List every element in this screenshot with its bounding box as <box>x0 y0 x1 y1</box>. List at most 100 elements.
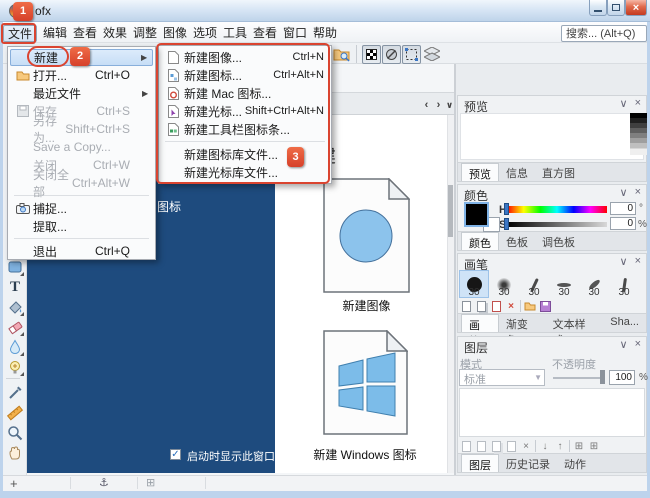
welcome-scrollbar-thumb[interactable] <box>448 185 453 237</box>
color-collapse-icon[interactable]: ∨ <box>620 186 628 199</box>
new-layer-from-icon[interactable] <box>475 440 487 452</box>
layers-stack-icon[interactable] <box>422 46 442 64</box>
tab-swatches[interactable]: 色板 <box>499 232 535 250</box>
search-input[interactable] <box>561 25 647 42</box>
layers-list[interactable] <box>459 388 645 437</box>
tab-next-icon[interactable]: › <box>433 99 444 112</box>
welcome-scrollbar[interactable] <box>447 115 454 473</box>
tab-color[interactable]: 颜色 <box>461 232 499 250</box>
text-tool[interactable]: T <box>6 278 24 296</box>
menu-help[interactable]: 帮助 <box>309 25 341 42</box>
submenu-item-new-cursor-library[interactable]: 新建光标库文件... <box>159 163 331 181</box>
opacity-value-box[interactable]: 100 <box>609 370 635 385</box>
minimize-button[interactable] <box>589 0 607 16</box>
submenu-item-new-mac-icon[interactable]: 新建 Mac 图标... <box>159 84 331 102</box>
hue-value-box[interactable]: 0 <box>610 202 636 215</box>
duplicate-brush-icon[interactable] <box>475 300 487 312</box>
preview-collapse-icon[interactable]: ∨ <box>620 97 628 110</box>
menu-window[interactable]: 窗口 <box>279 25 311 42</box>
import-brush-icon[interactable] <box>490 300 502 312</box>
color-close-icon[interactable]: × <box>635 186 641 199</box>
opacity-slider-thumb[interactable] <box>600 370 605 384</box>
duplicate-layer-icon[interactable] <box>490 440 502 452</box>
tab-layers[interactable]: 图层 <box>461 454 499 472</box>
submenu-item-new-toolbar-strip[interactable]: 新建工具栏图标条... <box>159 120 331 138</box>
menu-adjust[interactable]: 调整 <box>129 25 161 42</box>
tab-history[interactable]: 历史记录 <box>499 454 557 472</box>
menu-item-open[interactable]: 打开... Ctrl+O <box>8 66 155 84</box>
show-at-startup-checkbox[interactable]: ✓ <box>170 449 181 460</box>
brush-close-icon[interactable]: × <box>635 255 641 268</box>
hue-slider-thumb[interactable] <box>504 203 509 215</box>
hue-slider[interactable] <box>507 206 607 213</box>
open-brush-folder-icon[interactable] <box>524 300 536 312</box>
menu-view[interactable]: 查看 <box>69 25 101 42</box>
menu-edit[interactable]: 编辑 <box>39 25 71 42</box>
hand-tool[interactable] <box>6 444 24 462</box>
brush-collapse-icon[interactable]: ∨ <box>620 255 628 268</box>
blend-mode-value: 标准 <box>464 374 486 386</box>
menu-effects[interactable]: 效果 <box>99 25 131 42</box>
new-windows-icon-tile[interactable] <box>323 329 409 438</box>
tab-info[interactable]: 信息 <box>499 163 535 181</box>
menu-file[interactable]: 文件 <box>3 25 38 42</box>
tab-prev-icon[interactable]: ‹ <box>421 99 432 112</box>
saturation-slider[interactable] <box>507 222 607 227</box>
maximize-button[interactable] <box>607 0 625 16</box>
menu-options[interactable]: 选项 <box>189 25 221 42</box>
submenu-item-new-icon-library[interactable]: 新建图标库文件... <box>159 145 331 163</box>
layer-grid-2-icon[interactable]: ⊞ <box>588 440 600 452</box>
foreground-color-swatch[interactable] <box>464 202 489 227</box>
tab-gradient[interactable]: 渐变色 <box>499 314 546 347</box>
lighten-bulb-tool[interactable] <box>6 358 24 376</box>
new-image-tile[interactable] <box>323 177 411 296</box>
ruler-tool[interactable] <box>6 404 24 422</box>
blur-drop-tool[interactable] <box>6 338 24 356</box>
tab-actions[interactable]: 动作 <box>557 454 593 472</box>
tab-preview[interactable]: 预览 <box>461 163 499 181</box>
menu-image[interactable]: 图像 <box>159 25 191 42</box>
tab-text-style[interactable]: 文本样式 <box>546 314 604 347</box>
transparency-grid-toggle[interactable] <box>362 45 381 64</box>
hand-icon <box>9 446 20 460</box>
submenu-item-new-image[interactable]: 新建图像... Ctrl+N <box>159 48 331 66</box>
fill-bucket-tool[interactable] <box>6 298 24 316</box>
saturation-slider-thumb[interactable] <box>504 218 509 230</box>
opacity-slider-track[interactable] <box>553 377 603 379</box>
menu-view-2[interactable]: 查看 <box>249 25 281 42</box>
add-status-icon[interactable]: + <box>10 476 18 491</box>
menu-item-extract[interactable]: 提取... <box>8 217 155 235</box>
menu-tools[interactable]: 工具 <box>219 25 251 42</box>
new-brush-icon[interactable] <box>460 300 472 312</box>
selection-outline-toggle[interactable] <box>402 45 421 64</box>
submenu-item-new-cursor[interactable]: 新建光标... Shift+Ctrl+Alt+N <box>159 102 331 120</box>
blend-mode-select[interactable]: 标准 ▼ <box>459 369 545 386</box>
menu-item-exit[interactable]: 退出 Ctrl+Q <box>8 242 155 260</box>
layers-collapse-icon[interactable]: ∨ <box>620 338 628 351</box>
eraser-tool[interactable] <box>6 318 24 336</box>
menu-item-capture[interactable]: 捕捉... <box>8 199 155 217</box>
layer-grid-icon[interactable]: ⊞ <box>573 440 585 452</box>
zoom-tool[interactable] <box>6 424 24 442</box>
preview-close-icon[interactable]: × <box>635 97 641 110</box>
delete-layer-icon[interactable]: × <box>520 440 532 452</box>
tab-palette[interactable]: 调色板 <box>535 232 582 250</box>
tab-histogram[interactable]: 直方图 <box>535 163 582 181</box>
layers-close-icon[interactable]: × <box>635 338 641 351</box>
eyedropper-tool[interactable] <box>6 384 24 402</box>
tab-shapes[interactable]: Sha... <box>603 314 646 332</box>
open-browse-icon[interactable] <box>333 46 350 65</box>
shape-tool[interactable] <box>6 258 24 276</box>
tab-brush[interactable]: 画笔 <box>461 314 499 348</box>
saturation-value-box[interactable]: 0 <box>610 217 636 230</box>
no-transparency-toggle[interactable] <box>382 45 401 64</box>
move-layer-up-icon[interactable]: ↑ <box>554 440 566 452</box>
delete-brush-icon[interactable]: × <box>505 300 517 312</box>
new-layer-icon[interactable] <box>460 440 472 452</box>
merge-layer-icon[interactable] <box>505 440 517 452</box>
move-layer-down-icon[interactable]: ↓ <box>539 440 551 452</box>
save-brush-icon[interactable] <box>539 300 551 312</box>
submenu-item-new-icon[interactable]: 新建图标... Ctrl+Alt+N <box>159 66 331 84</box>
close-button[interactable]: × <box>625 0 647 16</box>
menu-item-recent-files[interactable]: 最近文件 ▶ <box>8 84 155 102</box>
